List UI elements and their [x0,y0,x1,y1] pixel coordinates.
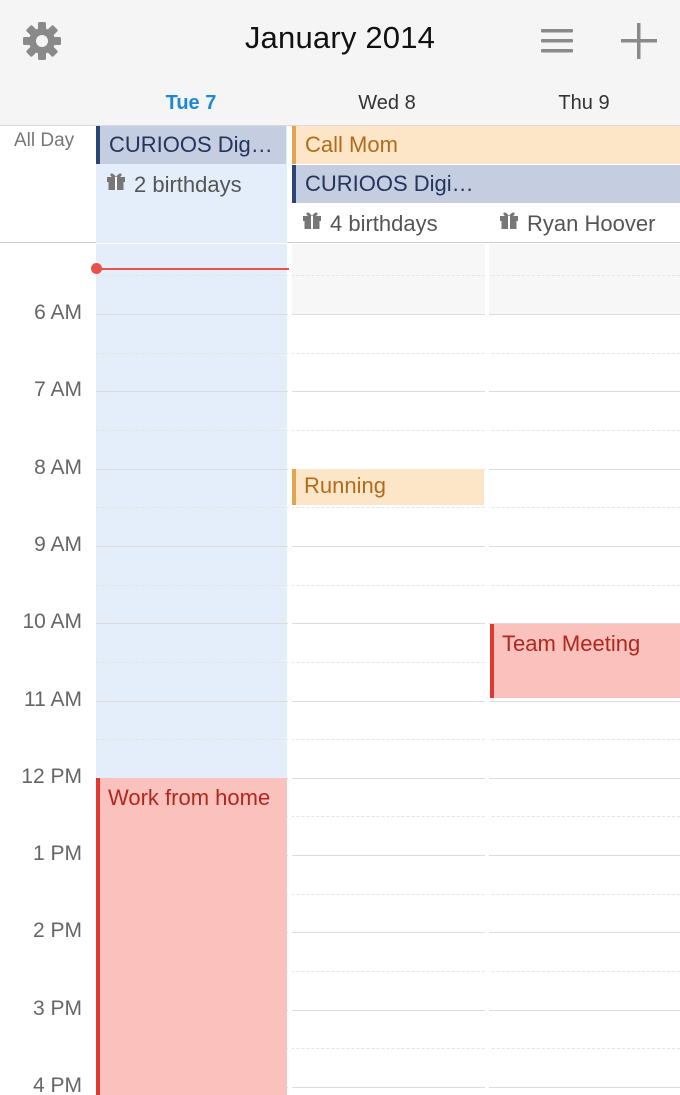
gift-icon [106,166,126,202]
hour-line [96,700,680,702]
hour-label: 11 AM [24,687,82,711]
column-divider [485,244,489,1095]
hour-label: 6 AM [34,301,82,324]
day-header-tue-7[interactable]: Tue 7 [93,92,289,115]
hour-label: 12 PM [21,764,82,788]
birthdays-tue-text: 2 birthdays [134,172,242,197]
hour-label: 1 PM [32,842,82,866]
calendar-header: January 2014 Tue 7 Wed 8 Thu 9 [0,0,680,126]
birthday-ryan-hoover[interactable]: Ryan Hoover [499,206,655,242]
add-event-plus-icon[interactable] [616,18,662,64]
birthday-ryan-hoover-text: Ryan Hoover [527,211,656,236]
event-work-from-home[interactable]: Work from home [96,778,287,1095]
list-menu-icon[interactable] [535,18,581,64]
half-hour-line [96,429,680,431]
hour-line [96,545,680,547]
hour-label: 10 AM [22,610,82,634]
all-day-label: All Day [14,130,75,151]
hour-label: 4 PM [32,1074,82,1095]
half-hour-line [96,352,680,354]
half-hour-line [96,739,680,741]
hour-label: 7 AM [34,378,82,402]
birthdays-wed[interactable]: 4 birthdays [302,206,438,242]
gift-icon [302,205,322,241]
half-hour-line [96,507,680,509]
half-hour-line [96,275,680,277]
day-header-wed-8[interactable]: Wed 8 [289,92,485,115]
all-day-event-curioos-tue[interactable]: CURIOOS Dig… [96,126,286,164]
gift-icon [499,205,519,241]
current-time-line [96,268,289,270]
event-running[interactable]: Running [292,469,484,505]
all-day-event-curioos-wed[interactable]: CURIOOS Digi… [292,165,680,203]
hour-label: 2 PM [32,919,82,943]
birthdays-tue[interactable]: 2 birthdays [106,167,242,203]
early-hours-shade [292,244,485,314]
event-team-meeting[interactable]: Team Meeting [490,624,680,698]
hour-label: 3 PM [32,996,82,1020]
day-header-thu-9[interactable]: Thu 9 [486,92,680,115]
half-hour-line [96,584,680,586]
all-day-section: All Day CURIOOS Dig… Call Mom CURIOOS Di… [0,126,680,243]
hour-label: 9 AM [34,532,82,556]
all-day-event-call-mom[interactable]: Call Mom [292,126,680,164]
hour-line [96,314,680,315]
current-time-dot [91,263,102,274]
birthdays-wed-text: 4 birthdays [330,211,438,236]
column-divider [288,244,292,1095]
hour-label: 8 AM [34,455,82,479]
early-hours-shade [489,244,680,314]
day-timeline[interactable]: 6 AM 7 AM 8 AM 9 AM 10 AM 11 AM 12 PM 1 PM 2 PM 3… [0,244,680,1095]
hour-line [96,391,680,393]
